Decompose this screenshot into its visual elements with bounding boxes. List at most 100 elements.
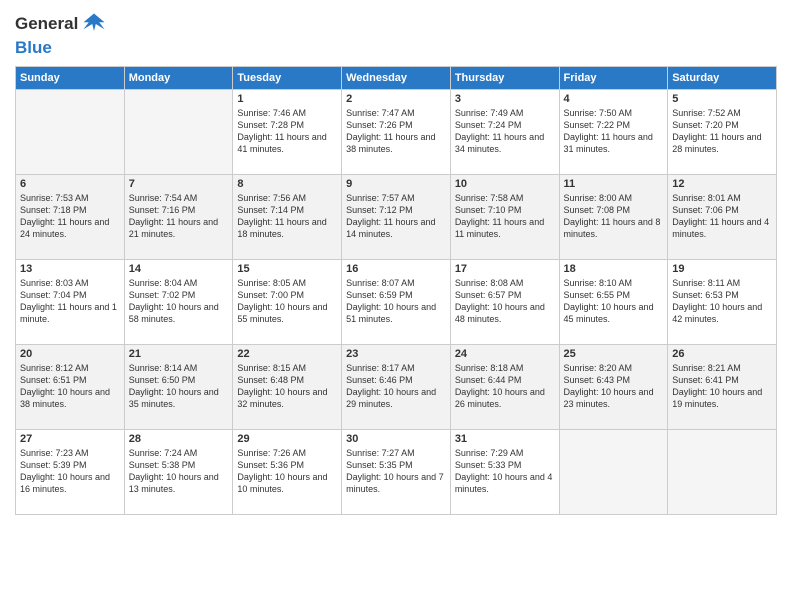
day-number: 2 bbox=[346, 93, 446, 105]
day-number: 9 bbox=[346, 178, 446, 190]
calendar-cell: 28 Sunrise: 7:24 AMSunset: 5:38 PMDayligh… bbox=[124, 429, 233, 514]
calendar-cell: 6Sunrise: 7:53 AMSunset: 7:18 PMDaylight… bbox=[16, 174, 125, 259]
day-number: 6 bbox=[20, 178, 120, 190]
calendar-cell: 14 Sunrise: 8:04 AMSunset: 7:02 PMDayligh… bbox=[124, 259, 233, 344]
day-number: 29 bbox=[237, 433, 337, 445]
day-number: 15 bbox=[237, 263, 337, 275]
calendar-cell: 17 Sunrise: 8:08 AMSunset: 6:57 PMDayligh… bbox=[450, 259, 559, 344]
day-number: 3 bbox=[455, 93, 555, 105]
week-row-2: 6Sunrise: 7:53 AMSunset: 7:18 PMDaylight… bbox=[16, 174, 777, 259]
day-number: 14 bbox=[129, 263, 229, 275]
day-number: 4 bbox=[564, 93, 664, 105]
day-number: 30 bbox=[346, 433, 446, 445]
calendar-cell: 25 Sunrise: 8:20 AMSunset: 6:43 PMDayligh… bbox=[559, 344, 668, 429]
calendar-cell: 3 Sunrise: 7:49 AMSunset: 7:24 PMDaylight… bbox=[450, 89, 559, 174]
day-number: 7 bbox=[129, 178, 229, 190]
calendar: SundayMondayTuesdayWednesdayThursdayFrid… bbox=[15, 66, 777, 515]
day-number: 31 bbox=[455, 433, 555, 445]
week-row-1: 1 Sunrise: 7:46 AMSunset: 7:28 PMDaylight… bbox=[16, 89, 777, 174]
day-info: Sunrise: 7:56 AMSunset: 7:14 PMDaylight:… bbox=[237, 192, 337, 241]
calendar-cell: 2 Sunrise: 7:47 AMSunset: 7:26 PMDaylight… bbox=[342, 89, 451, 174]
day-info: Sunrise: 8:12 AMSunset: 6:51 PMDaylight:… bbox=[20, 362, 120, 411]
calendar-cell: 8 Sunrise: 7:56 AMSunset: 7:14 PMDaylight… bbox=[233, 174, 342, 259]
day-info: Sunrise: 8:03 AMSunset: 7:04 PMDaylight:… bbox=[20, 277, 120, 326]
day-number: 16 bbox=[346, 263, 446, 275]
day-info: Sunrise: 8:05 AMSunset: 7:00 PMDaylight:… bbox=[237, 277, 337, 326]
calendar-cell: 30 Sunrise: 7:27 AMSunset: 5:35 PMDayligh… bbox=[342, 429, 451, 514]
weekday-header-friday: Friday bbox=[559, 66, 668, 89]
day-info: Sunrise: 8:15 AMSunset: 6:48 PMDaylight:… bbox=[237, 362, 337, 411]
day-info: Sunrise: 7:27 AMSunset: 5:35 PMDaylight:… bbox=[346, 447, 446, 496]
calendar-cell bbox=[668, 429, 777, 514]
day-number: 26 bbox=[672, 348, 772, 360]
calendar-cell: 9 Sunrise: 7:57 AMSunset: 7:12 PMDaylight… bbox=[342, 174, 451, 259]
day-number: 5 bbox=[672, 93, 772, 105]
day-info: Sunrise: 8:10 AMSunset: 6:55 PMDaylight:… bbox=[564, 277, 664, 326]
day-info: Sunrise: 7:47 AMSunset: 7:26 PMDaylight:… bbox=[346, 107, 446, 156]
calendar-cell: 26 Sunrise: 8:21 AMSunset: 6:41 PMDayligh… bbox=[668, 344, 777, 429]
day-number: 20 bbox=[20, 348, 120, 360]
calendar-cell: 27Sunrise: 7:23 AMSunset: 5:39 PMDayligh… bbox=[16, 429, 125, 514]
day-number: 8 bbox=[237, 178, 337, 190]
day-info: Sunrise: 8:14 AMSunset: 6:50 PMDaylight:… bbox=[129, 362, 229, 411]
day-number: 12 bbox=[672, 178, 772, 190]
day-number: 17 bbox=[455, 263, 555, 275]
day-number: 13 bbox=[20, 263, 120, 275]
day-info: Sunrise: 7:49 AMSunset: 7:24 PMDaylight:… bbox=[455, 107, 555, 156]
calendar-cell: 12Sunrise: 8:01 AMSunset: 7:06 PMDayligh… bbox=[668, 174, 777, 259]
day-info: Sunrise: 8:18 AMSunset: 6:44 PMDaylight:… bbox=[455, 362, 555, 411]
day-info: Sunrise: 8:00 AMSunset: 7:08 PMDaylight:… bbox=[564, 192, 664, 241]
day-info: Sunrise: 7:24 AMSunset: 5:38 PMDaylight:… bbox=[129, 447, 229, 496]
day-info: Sunrise: 8:08 AMSunset: 6:57 PMDaylight:… bbox=[455, 277, 555, 326]
day-info: Sunrise: 7:52 AMSunset: 7:20 PMDaylight:… bbox=[672, 107, 772, 156]
calendar-cell: 22 Sunrise: 8:15 AMSunset: 6:48 PMDayligh… bbox=[233, 344, 342, 429]
calendar-cell: 31 Sunrise: 7:29 AMSunset: 5:33 PMDayligh… bbox=[450, 429, 559, 514]
day-info: Sunrise: 7:54 AMSunset: 7:16 PMDaylight:… bbox=[129, 192, 229, 241]
calendar-cell: 4Sunrise: 7:50 AMSunset: 7:22 PMDaylight… bbox=[559, 89, 668, 174]
day-number: 18 bbox=[564, 263, 664, 275]
day-number: 24 bbox=[455, 348, 555, 360]
day-number: 28 bbox=[129, 433, 229, 445]
week-row-4: 20 Sunrise: 8:12 AMSunset: 6:51 PMDayligh… bbox=[16, 344, 777, 429]
day-info: Sunrise: 7:57 AMSunset: 7:12 PMDaylight:… bbox=[346, 192, 446, 241]
calendar-cell bbox=[559, 429, 668, 514]
weekday-header-saturday: Saturday bbox=[668, 66, 777, 89]
calendar-header: SundayMondayTuesdayWednesdayThursdayFrid… bbox=[16, 66, 777, 89]
day-info: Sunrise: 8:20 AMSunset: 6:43 PMDaylight:… bbox=[564, 362, 664, 411]
day-number: 25 bbox=[564, 348, 664, 360]
weekday-header-wednesday: Wednesday bbox=[342, 66, 451, 89]
day-info: Sunrise: 8:21 AMSunset: 6:41 PMDaylight:… bbox=[672, 362, 772, 411]
weekday-header-tuesday: Tuesday bbox=[233, 66, 342, 89]
day-number: 22 bbox=[237, 348, 337, 360]
calendar-cell: 29 Sunrise: 7:26 AMSunset: 5:36 PMDayligh… bbox=[233, 429, 342, 514]
logo: General Blue bbox=[15, 10, 108, 58]
weekday-header-thursday: Thursday bbox=[450, 66, 559, 89]
weekday-header-monday: Monday bbox=[124, 66, 233, 89]
calendar-cell: 19Sunrise: 8:11 AMSunset: 6:53 PMDayligh… bbox=[668, 259, 777, 344]
weekday-header-sunday: Sunday bbox=[16, 66, 125, 89]
day-number: 10 bbox=[455, 178, 555, 190]
day-info: Sunrise: 7:46 AMSunset: 7:28 PMDaylight:… bbox=[237, 107, 337, 156]
calendar-cell: 15 Sunrise: 8:05 AMSunset: 7:00 PMDayligh… bbox=[233, 259, 342, 344]
day-info: Sunrise: 8:04 AMSunset: 7:02 PMDaylight:… bbox=[129, 277, 229, 326]
day-info: Sunrise: 7:23 AMSunset: 5:39 PMDaylight:… bbox=[20, 447, 120, 496]
header: General Blue bbox=[15, 10, 777, 58]
day-number: 23 bbox=[346, 348, 446, 360]
calendar-cell: 18 Sunrise: 8:10 AMSunset: 6:55 PMDayligh… bbox=[559, 259, 668, 344]
logo-blue: Blue bbox=[15, 38, 108, 58]
calendar-cell: 23 Sunrise: 8:17 AMSunset: 6:46 PMDayligh… bbox=[342, 344, 451, 429]
day-number: 1 bbox=[237, 93, 337, 105]
day-info: Sunrise: 7:26 AMSunset: 5:36 PMDaylight:… bbox=[237, 447, 337, 496]
logo-bird-icon bbox=[80, 10, 108, 38]
day-info: Sunrise: 7:29 AMSunset: 5:33 PMDaylight:… bbox=[455, 447, 555, 496]
calendar-cell: 21Sunrise: 8:14 AMSunset: 6:50 PMDayligh… bbox=[124, 344, 233, 429]
calendar-cell: 16Sunrise: 8:07 AMSunset: 6:59 PMDayligh… bbox=[342, 259, 451, 344]
logo-general: General bbox=[15, 14, 78, 34]
calendar-cell: 1 Sunrise: 7:46 AMSunset: 7:28 PMDaylight… bbox=[233, 89, 342, 174]
calendar-cell: 11Sunrise: 8:00 AMSunset: 7:08 PMDayligh… bbox=[559, 174, 668, 259]
calendar-cell bbox=[124, 89, 233, 174]
week-row-3: 13 Sunrise: 8:03 AMSunset: 7:04 PMDayligh… bbox=[16, 259, 777, 344]
day-info: Sunrise: 8:17 AMSunset: 6:46 PMDaylight:… bbox=[346, 362, 446, 411]
calendar-cell: 10Sunrise: 7:58 AMSunset: 7:10 PMDayligh… bbox=[450, 174, 559, 259]
week-row-5: 27Sunrise: 7:23 AMSunset: 5:39 PMDayligh… bbox=[16, 429, 777, 514]
